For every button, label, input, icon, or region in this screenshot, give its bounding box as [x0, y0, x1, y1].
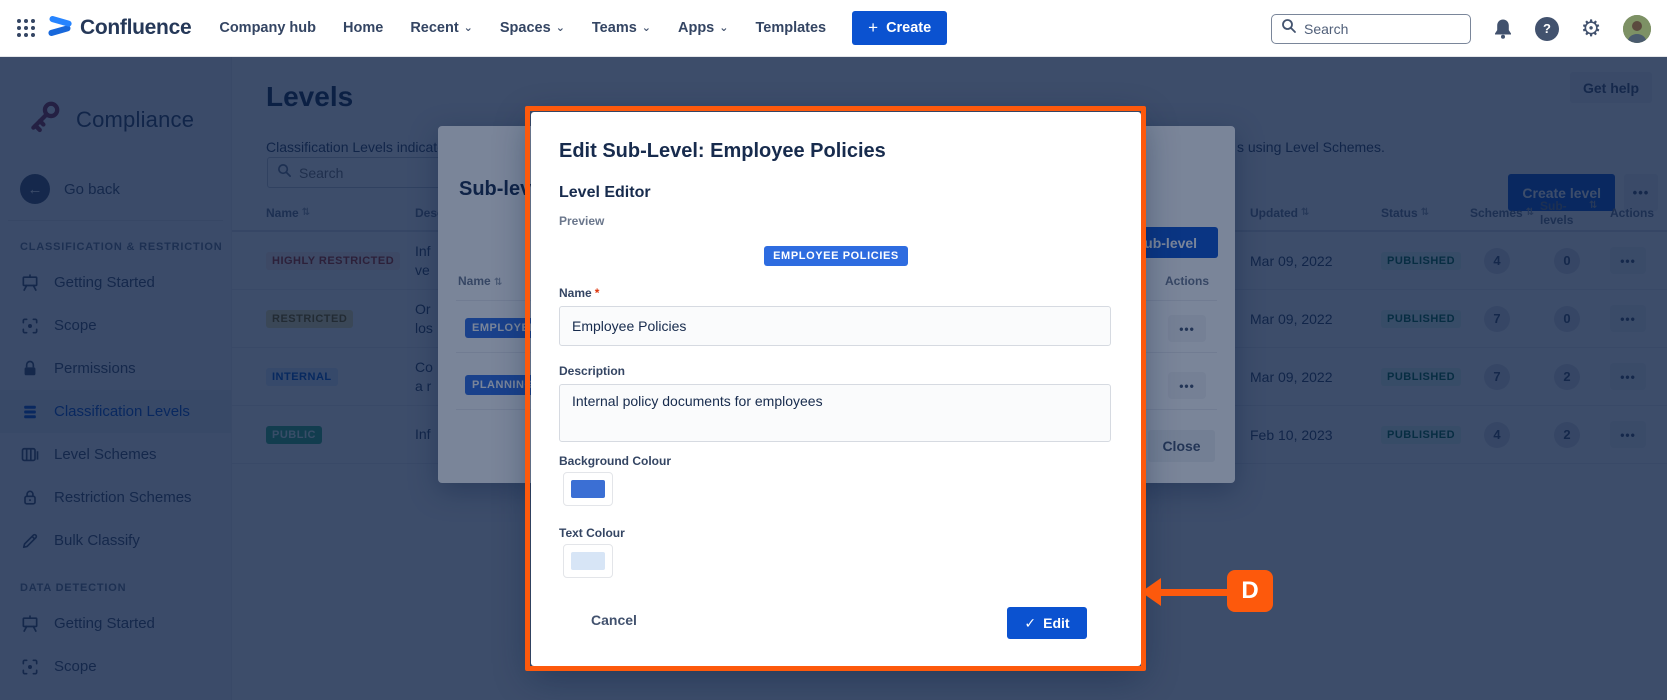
user-avatar[interactable]: [1623, 15, 1651, 43]
description-label: Description: [559, 364, 625, 378]
annotation-arrow-head: [1141, 578, 1161, 606]
edit-sub-level-modal: Edit Sub-Level: Employee Policies Level …: [531, 112, 1141, 666]
nav-apps[interactable]: Apps⌄: [678, 20, 728, 36]
confluence-logo[interactable]: Confluence: [47, 13, 191, 44]
background-colour-picker[interactable]: [563, 472, 613, 506]
product-name: Confluence: [80, 16, 191, 40]
background-colour-swatch: [571, 480, 605, 498]
chevron-down-icon: ⌄: [719, 21, 728, 34]
required-asterisk: *: [595, 286, 600, 300]
global-search[interactable]: [1271, 14, 1471, 44]
chevron-down-icon: ⌄: [464, 21, 473, 34]
chevron-down-icon: ⌄: [642, 21, 651, 34]
search-icon: [1281, 18, 1297, 39]
annotation-label: D: [1227, 570, 1273, 612]
plus-icon: +: [868, 18, 878, 38]
annotation-arrow: [1157, 589, 1233, 596]
nav-templates[interactable]: Templates: [755, 20, 826, 36]
modal-title: Edit Sub-Level: Employee Policies: [559, 140, 886, 163]
help-icon[interactable]: ?: [1535, 17, 1559, 41]
nav-recent[interactable]: Recent⌄: [410, 20, 473, 36]
text-colour-label: Text Colour: [559, 526, 625, 540]
text-colour-picker[interactable]: [563, 544, 613, 578]
top-nav: Confluence Company hub Home Recent⌄ Spac…: [0, 0, 1667, 57]
nav-company-hub[interactable]: Company hub: [219, 20, 316, 36]
app-switcher-icon[interactable]: [13, 15, 39, 41]
name-field[interactable]: [559, 306, 1111, 346]
global-search-input[interactable]: [1304, 21, 1454, 37]
chevron-down-icon: ⌄: [556, 21, 565, 34]
preview-label: Preview: [559, 214, 604, 228]
notifications-bell-icon[interactable]: [1490, 16, 1516, 42]
create-button[interactable]: + Create: [852, 11, 947, 45]
screen: Confluence Company hub Home Recent⌄ Spac…: [0, 0, 1667, 700]
check-icon: ✓: [1024, 615, 1036, 632]
name-label: Name*: [559, 286, 599, 300]
preview-badge-wrap: EMPLOYEE POLICIES: [531, 246, 1141, 266]
nav-spaces[interactable]: Spaces⌄: [500, 20, 565, 36]
preview-badge: EMPLOYEE POLICIES: [764, 246, 908, 266]
nav-right: ? ⚙: [1271, 0, 1667, 57]
description-field[interactable]: Internal policy documents for employees: [559, 384, 1111, 442]
settings-gear-icon[interactable]: ⚙: [1578, 16, 1604, 42]
cancel-button[interactable]: Cancel: [591, 612, 637, 628]
nav-home[interactable]: Home: [343, 20, 383, 36]
nav-teams[interactable]: Teams⌄: [592, 20, 651, 36]
edit-button[interactable]: ✓ Edit: [1007, 607, 1087, 639]
level-editor-heading: Level Editor: [559, 184, 651, 202]
background-colour-label: Background Colour: [559, 454, 671, 468]
confluence-mark-icon: [47, 13, 73, 44]
text-colour-swatch: [571, 552, 605, 570]
nav-links: Company hub Home Recent⌄ Spaces⌄ Teams⌄ …: [219, 20, 826, 36]
